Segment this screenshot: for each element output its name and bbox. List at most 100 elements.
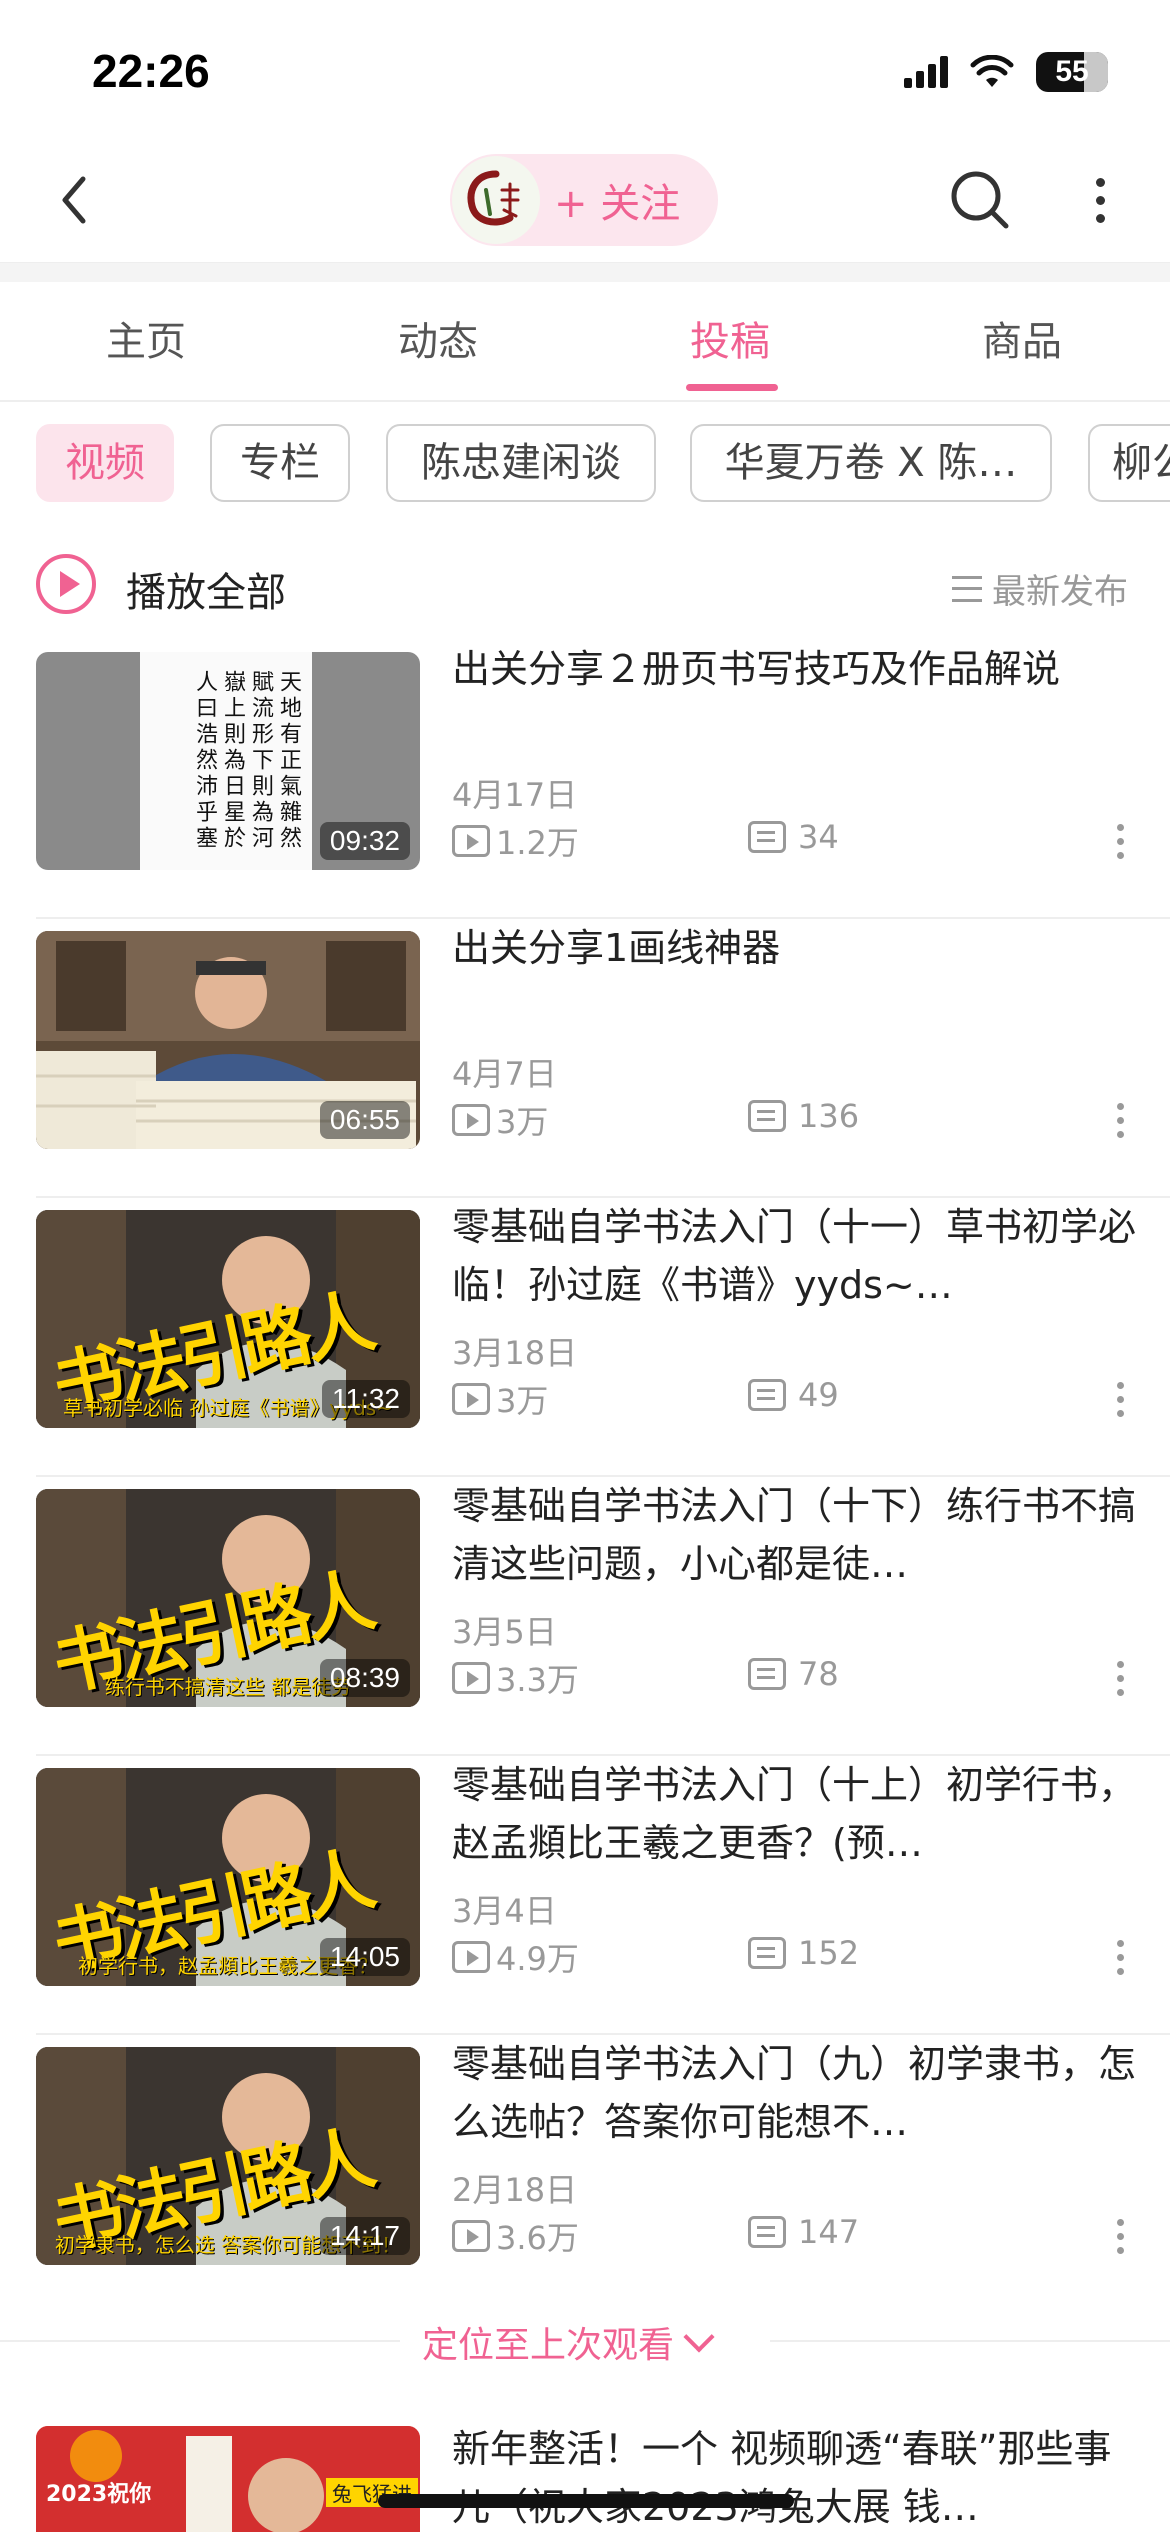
chip-column[interactable]: 专栏 bbox=[210, 424, 350, 502]
video-title[interactable]: 零基础自学书法入门（九）初学隶书，怎么选帖？答案你可能想不… bbox=[452, 2035, 1142, 2151]
play-circle-icon[interactable] bbox=[36, 554, 96, 614]
avatar[interactable] bbox=[452, 156, 540, 244]
tab-home[interactable]: 主页 bbox=[0, 282, 292, 402]
chip-playlist-liu[interactable]: 柳公 bbox=[1088, 424, 1170, 502]
video-date: 3月4日 bbox=[452, 1892, 557, 1930]
list-icon bbox=[952, 575, 982, 602]
comment-icon bbox=[748, 1379, 786, 1411]
video-item[interactable]: 2023祝你 兔飞猛进 新年整活！一个 视频聊透“春联”那些事儿（祝大家2023… bbox=[0, 2420, 1170, 2532]
video-item[interactable]: 天地有正氣雜然賦流形下則為河嶽上則為日星於人曰浩然沛乎塞 09:32 出关分享２… bbox=[0, 640, 1170, 919]
follow-button[interactable]: + 关注 bbox=[450, 154, 718, 246]
chip-playlist-huaxia[interactable]: 华夏万卷 X 陈… bbox=[690, 424, 1052, 502]
video-thumbnail[interactable]: 书法引路人 初学行书，赵孟頫比王羲之更香？ 14:05 bbox=[36, 1768, 420, 1986]
video-more-button[interactable] bbox=[1110, 816, 1130, 866]
tab-bar: 主页 动态 投稿 商品 bbox=[0, 282, 1170, 402]
video-more-button[interactable] bbox=[1110, 1374, 1130, 1424]
video-title[interactable]: 零基础自学书法入门（十上）初学行书，赵孟頫比王羲之更香？(预… bbox=[452, 1756, 1142, 1872]
video-date: 2月18日 bbox=[452, 2171, 578, 2209]
video-thumbnail[interactable]: 书法引路人 初学隶书，怎么选 答案你可能想不到！ 14:17 bbox=[36, 2047, 420, 2265]
status-icons: 55 bbox=[904, 52, 1108, 92]
tab-products[interactable]: 商品 bbox=[876, 282, 1168, 402]
video-comments: 49 bbox=[748, 1376, 839, 1414]
video-views: 3.6万 bbox=[452, 2213, 579, 2259]
video-thumbnail[interactable]: 书法引路人 草书初学必临 孙过庭《书谱》yyds~ 11:32 bbox=[36, 1210, 420, 1428]
chip-video[interactable]: 视频 bbox=[36, 424, 174, 502]
tab-active-indicator bbox=[686, 384, 778, 391]
channel-logo-icon bbox=[467, 170, 520, 226]
comment-count: 78 bbox=[798, 1655, 839, 1693]
comment-icon bbox=[748, 2216, 786, 2248]
battery-level: 55 bbox=[1055, 55, 1089, 88]
cellular-signal-icon bbox=[904, 56, 948, 88]
locate-last-watched-button[interactable]: 定位至上次观看 bbox=[412, 2316, 721, 2368]
follow-label: + 关注 bbox=[554, 181, 681, 227]
comment-icon bbox=[748, 1937, 786, 1969]
play-count-icon bbox=[452, 1941, 490, 1973]
search-icon bbox=[951, 171, 1009, 229]
video-views: 4.9万 bbox=[452, 1934, 579, 1980]
video-item[interactable]: 书法引路人 草书初学必临 孙过庭《书谱》yyds~ 11:32 零基础自学书法入… bbox=[0, 1198, 1170, 1477]
video-views: 3.3万 bbox=[452, 1655, 579, 1701]
play-count-icon bbox=[452, 1383, 490, 1415]
chip-playlist-chenzhongjian[interactable]: 陈忠建闲谈 bbox=[386, 424, 656, 502]
view-count: 3.3万 bbox=[496, 1661, 579, 1699]
video-duration: 11:32 bbox=[322, 1380, 410, 1418]
sort-label: 最新发布 bbox=[992, 572, 1128, 612]
video-item[interactable]: 书法引路人 初学行书，赵孟頫比王羲之更香？ 14:05 零基础自学书法入门（十上… bbox=[0, 1756, 1170, 2035]
video-thumbnail[interactable]: 天地有正氣雜然賦流形下則為河嶽上則為日星於人曰浩然沛乎塞 09:32 bbox=[36, 652, 420, 870]
video-duration: 14:05 bbox=[319, 1938, 410, 1976]
video-views: 1.2万 bbox=[452, 818, 579, 864]
video-comments: 152 bbox=[748, 1934, 859, 1972]
play-count-icon bbox=[452, 1662, 490, 1694]
video-item[interactable]: 06:55 出关分享1画线神器 4月7日 3万 136 bbox=[0, 919, 1170, 1198]
video-more-button[interactable] bbox=[1110, 1095, 1130, 1145]
chevron-down-icon bbox=[683, 2321, 715, 2353]
video-title[interactable]: 出关分享1画线神器 bbox=[452, 919, 1142, 977]
dot-icon bbox=[1095, 213, 1105, 223]
comment-icon bbox=[748, 1658, 786, 1690]
dot-icon bbox=[1095, 177, 1105, 187]
video-comments: 136 bbox=[748, 1097, 859, 1135]
video-more-button[interactable] bbox=[1110, 1653, 1130, 1703]
locate-label: 定位至上次观看 bbox=[422, 2325, 675, 2366]
battery-icon: 55 bbox=[1036, 52, 1108, 92]
status-bar: 22:26 55 bbox=[0, 0, 1170, 140]
video-more-button[interactable] bbox=[1110, 2211, 1130, 2261]
video-title[interactable]: 新年整活！一个 视频聊透“春联”那些事儿（祝大家2023鸿兔大展 钱… bbox=[452, 2420, 1142, 2532]
comment-count: 152 bbox=[798, 1934, 860, 1972]
back-button[interactable] bbox=[42, 162, 106, 238]
video-date: 3月5日 bbox=[452, 1613, 557, 1651]
video-date: 3月18日 bbox=[452, 1334, 578, 1372]
video-duration: 09:32 bbox=[319, 822, 410, 860]
video-comments: 147 bbox=[748, 2213, 859, 2251]
video-thumbnail[interactable]: 书法引路人 练行书不搞清这些 都是徒劳 08:39 bbox=[36, 1489, 420, 1707]
tab-dynamics[interactable]: 动态 bbox=[292, 282, 584, 402]
filter-chips: 视频 专栏 陈忠建闲谈 华夏万卷 X 陈… 柳公 bbox=[0, 424, 1170, 504]
play-all-row: 播放全部 最新发布 bbox=[0, 540, 1170, 630]
wifi-icon bbox=[970, 55, 1014, 87]
dot-icon bbox=[1095, 195, 1105, 205]
video-comments: 78 bbox=[748, 1655, 839, 1693]
video-item[interactable]: 书法引路人 练行书不搞清这些 都是徒劳 08:39 零基础自学书法入门（十下）练… bbox=[0, 1477, 1170, 1756]
video-date: 4月7日 bbox=[452, 1055, 557, 1093]
play-count-icon bbox=[452, 1104, 490, 1136]
video-thumbnail[interactable]: 2023祝你 兔飞猛进 bbox=[36, 2426, 420, 2532]
video-title[interactable]: 零基础自学书法入门（十一）草书初学必临！孙过庭《书谱》yyds~… bbox=[452, 1198, 1142, 1314]
video-title[interactable]: 出关分享２册页书写技巧及作品解说 bbox=[452, 640, 1142, 698]
video-item[interactable]: 书法引路人 初学隶书，怎么选 答案你可能想不到！ 14:17 零基础自学书法入门… bbox=[0, 2035, 1170, 2314]
play-all-button[interactable]: 播放全部 bbox=[126, 560, 286, 618]
sort-button[interactable]: 最新发布 bbox=[952, 564, 1128, 613]
comment-count: 147 bbox=[798, 2213, 860, 2251]
locate-last-watched-row: 定位至上次观看 bbox=[0, 2310, 1170, 2370]
status-time: 22:26 bbox=[92, 45, 210, 97]
search-button[interactable] bbox=[940, 160, 1020, 240]
divider bbox=[770, 2340, 1170, 2342]
video-more-button[interactable] bbox=[1110, 1932, 1130, 1982]
home-indicator[interactable] bbox=[378, 2494, 794, 2508]
video-views: 3万 bbox=[452, 1097, 548, 1143]
video-thumbnail[interactable]: 06:55 bbox=[36, 931, 420, 1149]
more-options-button[interactable] bbox=[1080, 160, 1120, 240]
video-title[interactable]: 零基础自学书法入门（十下）练行书不搞清这些问题，小心都是徒… bbox=[452, 1477, 1142, 1593]
thumbnail-caption: 2023祝你 bbox=[46, 2482, 152, 2507]
comment-count: 49 bbox=[798, 1376, 839, 1414]
